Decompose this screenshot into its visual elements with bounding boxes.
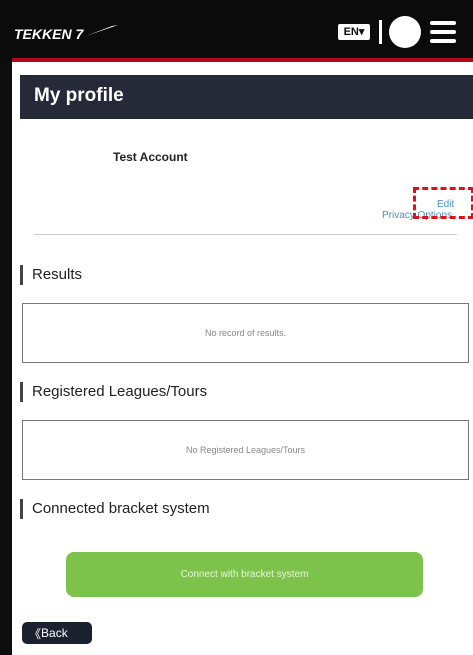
results-title: Results xyxy=(20,265,82,285)
connect-bracket-label: Connect with bracket system xyxy=(180,569,309,580)
connect-bracket-button[interactable]: Connect with bracket system xyxy=(66,552,423,597)
back-icon: 《 xyxy=(29,626,42,641)
header-divider xyxy=(379,20,382,44)
top-navigation-bar: TEKKEN 7 EN▾ xyxy=(0,0,473,62)
account-name: Test Account xyxy=(113,150,188,164)
language-selector[interactable]: EN▾ xyxy=(338,24,370,40)
bracket-title: Connected bracket system xyxy=(20,499,210,519)
chevron-down-icon: ▾ xyxy=(358,26,365,38)
page-frame: TEKKEN 7 EN▾ My profile Test Account Edi… xyxy=(0,0,473,655)
avatar[interactable] xyxy=(389,16,421,48)
tekken-logo[interactable]: TEKKEN 7 xyxy=(14,22,119,44)
back-button[interactable]: 《 Back xyxy=(22,622,92,644)
leagues-box: No Registered Leagues/Tours xyxy=(22,420,469,480)
highlight-marker xyxy=(413,187,473,219)
leagues-title: Registered Leagues/Tours xyxy=(20,382,207,402)
back-label: Back xyxy=(41,626,68,640)
page-title: My profile xyxy=(34,85,124,106)
leagues-empty-text: No Registered Leagues/Tours xyxy=(185,445,306,455)
results-empty-text: No record of results. xyxy=(204,328,287,338)
page-header: My profile xyxy=(20,75,473,119)
results-box: No record of results. xyxy=(22,303,469,363)
logo-text: TEKKEN 7 xyxy=(14,26,84,42)
profile-content: My profile Test Account Edit Privacy Opt… xyxy=(12,62,473,655)
language-code: EN xyxy=(343,26,359,38)
divider xyxy=(34,234,457,235)
hamburger-menu-icon[interactable] xyxy=(430,19,456,45)
